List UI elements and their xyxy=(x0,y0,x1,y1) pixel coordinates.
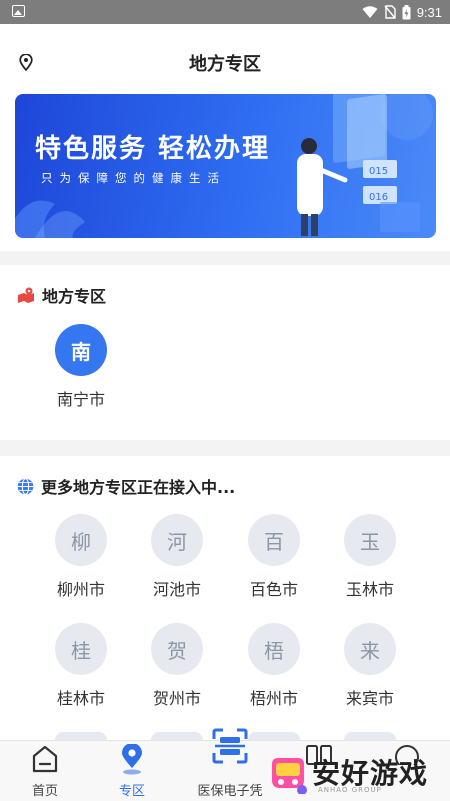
city-badge: 河 xyxy=(151,514,203,566)
city-badge: 来 xyxy=(344,623,396,675)
city-name: 贺州市 xyxy=(152,689,201,708)
city-item-nanning[interactable]: 南 南宁市 xyxy=(33,324,129,410)
city-badge-partial xyxy=(55,732,107,740)
city-item-guilin[interactable]: 桂 桂林市 xyxy=(33,623,129,709)
city-badge: 桂 xyxy=(55,623,107,675)
tab-region[interactable]: 专区 xyxy=(87,741,177,801)
globe-icon xyxy=(17,477,34,495)
city-badge: 贺 xyxy=(151,623,203,675)
no-sim-icon xyxy=(384,5,396,19)
city-name: 柳州市 xyxy=(56,580,105,599)
city-badge: 梧 xyxy=(248,623,300,675)
home-icon xyxy=(32,745,58,773)
city-item-liuzhou[interactable]: 柳 柳州市 xyxy=(33,514,129,600)
more-section-title: 更多地方专区正在接入中... xyxy=(41,478,236,497)
city-name: 梧州市 xyxy=(249,689,298,708)
city-badge: 柳 xyxy=(55,514,107,566)
scan-icon xyxy=(212,728,248,764)
svg-text:016: 016 xyxy=(369,192,388,203)
status-bar: 9:31 xyxy=(0,0,450,24)
region-map-icon xyxy=(18,287,34,303)
city-badge-partial xyxy=(151,732,203,740)
status-icons: 9:31 xyxy=(362,3,442,21)
city-name: 玉林市 xyxy=(345,580,394,599)
city-badge-partial xyxy=(248,732,300,740)
city-name: 南宁市 xyxy=(56,390,105,409)
image-notification-icon xyxy=(12,5,25,17)
region-section-header: 地方专区 xyxy=(17,283,106,307)
more-section-header: 更多地方专区正在接入中... xyxy=(17,474,235,498)
tab-label: 专区 xyxy=(118,784,145,799)
banner-card: 015 016 特色服务 轻松办理 只为保障您的健康生活 xyxy=(0,84,450,251)
svg-text:015: 015 xyxy=(369,166,388,177)
location-pin-icon xyxy=(122,744,142,775)
city-name: 来宾市 xyxy=(345,689,394,708)
watermark-logo: 安好游戏 ANHAO GROUP xyxy=(262,748,450,798)
city-item-laibin[interactable]: 来 来宾市 xyxy=(322,623,418,709)
page-title: 地方专区 xyxy=(189,54,261,75)
gamepad-logo-icon xyxy=(272,758,307,794)
more-regions-card: 更多地方专区正在接入中... 柳 柳州市 河 河池市 百 百色市 玉 玉林市 桂… xyxy=(0,456,450,740)
city-item-baise[interactable]: 百 百色市 xyxy=(226,514,322,600)
city-name: 河池市 xyxy=(152,580,201,599)
city-badge-partial xyxy=(344,732,396,740)
city-item-hezhou[interactable]: 贺 贺州市 xyxy=(129,623,225,709)
tab-home[interactable]: 首页 xyxy=(0,741,90,801)
tab-label: 首页 xyxy=(31,784,58,799)
banner-headline: 特色服务 轻松办理 xyxy=(35,134,271,164)
promo-banner[interactable]: 015 016 特色服务 轻松办理 只为保障您的健康生活 xyxy=(15,94,436,238)
wifi-icon xyxy=(362,5,378,18)
city-item-wuzhou[interactable]: 梧 梧州市 xyxy=(226,623,322,709)
battery-icon xyxy=(402,4,411,19)
city-name: 百色市 xyxy=(249,580,298,599)
banner-tagline: 只为保障您的健康生活 xyxy=(41,171,226,185)
city-item-hechi[interactable]: 河 河池市 xyxy=(129,514,225,600)
city-badge: 南 xyxy=(55,324,107,376)
city-badge: 玉 xyxy=(344,514,396,566)
watermark-subtext: ANHAO GROUP xyxy=(318,786,382,794)
city-item-yulin[interactable]: 玉 玉林市 xyxy=(322,514,418,600)
local-region-card: 地方专区 南 南宁市 xyxy=(0,265,450,440)
city-name: 桂林市 xyxy=(56,689,105,708)
region-section-title: 地方专区 xyxy=(42,287,107,306)
banner-illustration: 015 016 xyxy=(15,94,433,238)
city-badge: 百 xyxy=(248,514,300,566)
clock: 9:31 xyxy=(416,4,442,20)
